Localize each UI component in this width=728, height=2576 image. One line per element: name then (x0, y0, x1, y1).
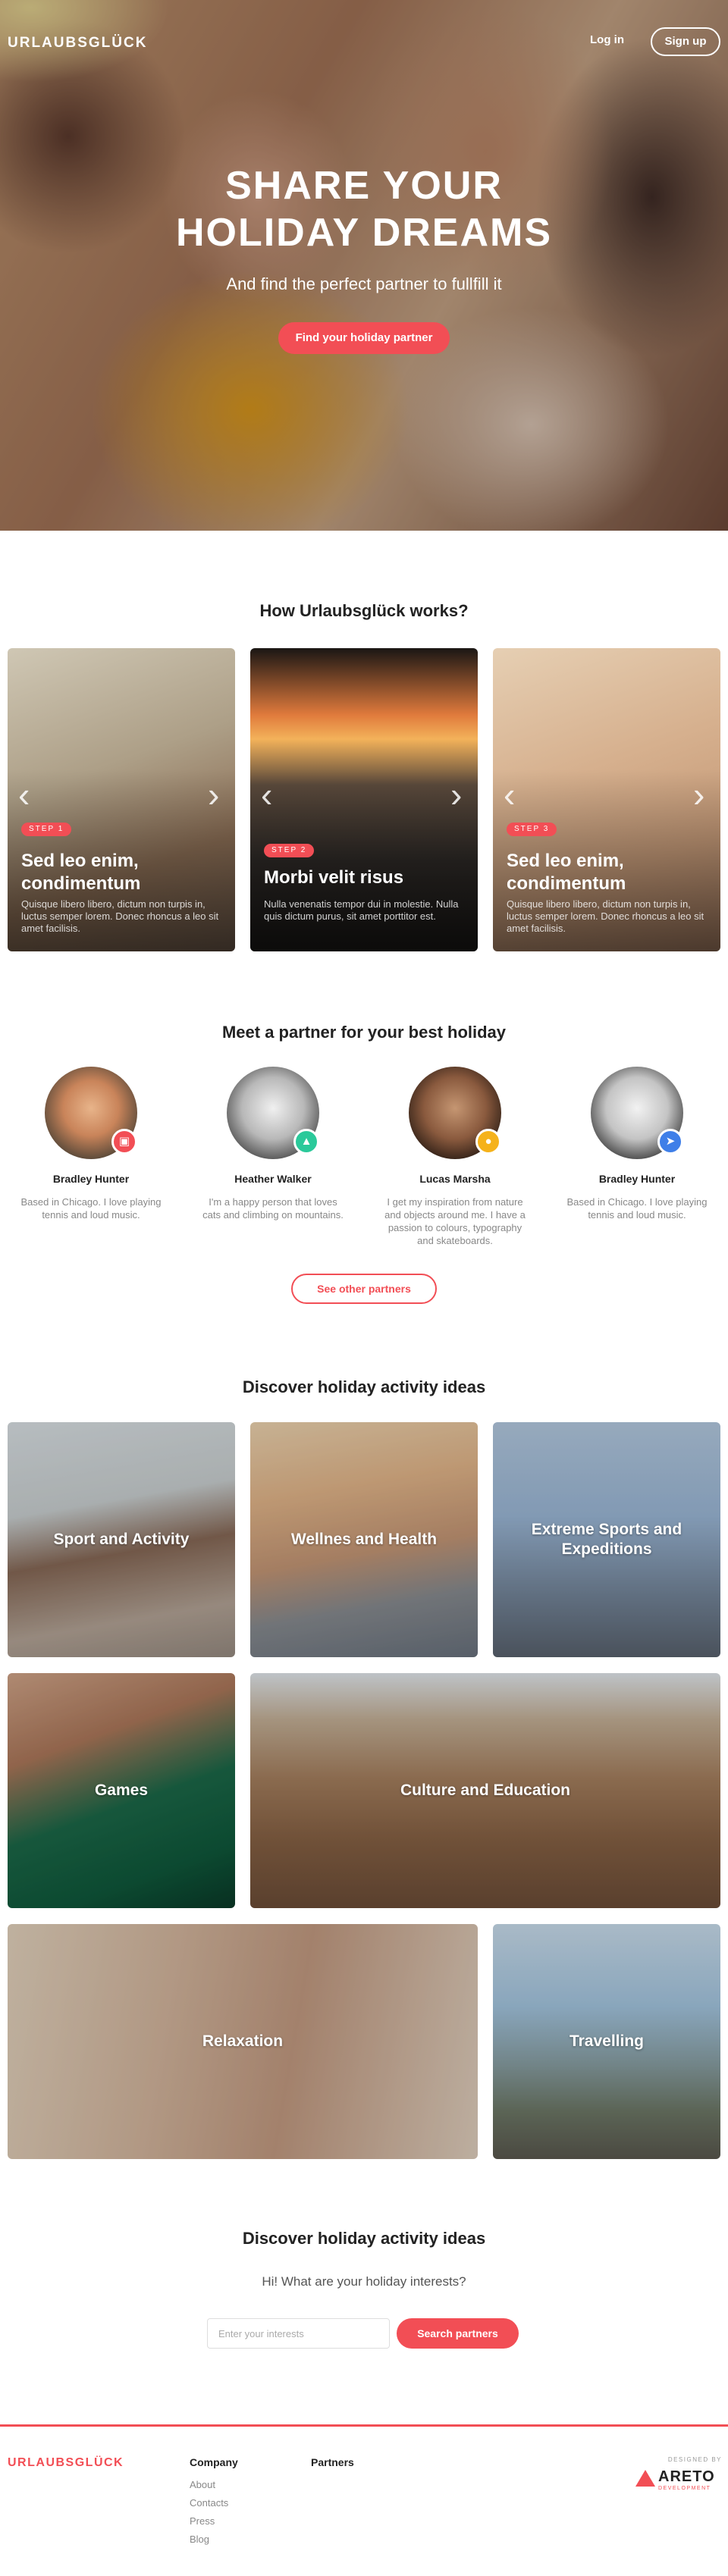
activity-tile-relaxation[interactable]: Relaxation (8, 1924, 478, 2159)
chevron-left-icon[interactable]: ‹ (504, 777, 515, 812)
activity-tile-label: Games (94, 1782, 149, 1799)
designer-name: ARETO (658, 2468, 715, 2485)
activity-tile-culture[interactable]: Culture and Education (250, 1673, 720, 1908)
footer-divider (0, 2424, 728, 2427)
hero-title-line-1: SHARE YOUR (225, 164, 503, 208)
step-badge: STEP 1 (21, 823, 72, 836)
activity-tile-wellness[interactable]: Wellnes and Health (250, 1422, 478, 1657)
designer-subtitle: DEVELOPMENT (658, 2486, 711, 2491)
partner-name: Lucas Marsha (419, 1173, 491, 1185)
footer-link-blog[interactable]: Blog (190, 2534, 238, 2545)
partner-card[interactable]: ➤ Bradley Hunter Based in Chicago. I lov… (554, 1067, 720, 1221)
partner-card[interactable]: ▣ Bradley Hunter Based in Chicago. I lov… (8, 1067, 174, 1221)
activity-tile-games[interactable]: Games (8, 1673, 235, 1908)
activity-tile-label: Extreme Sports and Expeditions (531, 1521, 682, 1558)
paper-plane-icon: ➤ (657, 1129, 683, 1155)
hero-subtitle: And find the perfect partner to fullfill… (226, 274, 502, 293)
how-card-text: Quisque libero libero, dictum non turpis… (21, 898, 219, 934)
how-card-step-1: ‹ › STEP 1 Sed leo enim, condimentum Qui… (8, 648, 235, 951)
how-card-text: Quisque libero libero, dictum non turpis… (507, 898, 704, 934)
footer-link-about[interactable]: About (190, 2479, 238, 2490)
hero-title-line-2: HOLIDAY DREAMS (175, 211, 553, 255)
designed-by-label: DESIGNED BY (667, 2456, 722, 2463)
step-badge: STEP 3 (507, 823, 557, 836)
how-card-title: Sed leo enim, condimentum (21, 851, 141, 894)
palette-icon: ● (475, 1129, 501, 1155)
how-card-step-3: ‹ › STEP 3 Sed leo enim, condimentum Qui… (493, 648, 720, 951)
find-partner-button[interactable]: Find your holiday partner (278, 322, 450, 354)
areto-logo-icon (635, 2470, 655, 2487)
hero-title: SHARE YOUR HOLIDAY DREAMS (0, 162, 728, 256)
footer-partners-title: Partners (311, 2456, 354, 2468)
how-card-text: Nulla venenatis tempor dui in molestie. … (264, 898, 459, 922)
signup-button[interactable]: Sign up (651, 27, 720, 56)
how-it-works-title: How Urlaubsglück works? (259, 601, 469, 620)
hero-section: URLAUBSGLÜCK Log in Sign up SHARE YOUR H… (0, 0, 728, 531)
activity-tile-extreme-sports[interactable]: Extreme Sports and Expeditions (493, 1422, 720, 1657)
chevron-right-icon[interactable]: › (208, 777, 219, 812)
footer-company-title: Company (190, 2456, 238, 2468)
search-title: Discover holiday activity ideas (242, 2229, 486, 2248)
activity-tile-travelling[interactable]: Travelling (493, 1924, 720, 2159)
partners-title: Meet a partner for your best holiday (221, 1023, 507, 1042)
partner-bio: Based in Chicago. I love playing tennis … (20, 1196, 162, 1221)
partner-card[interactable]: ▲ Heather Walker I'm a happy person that… (190, 1067, 356, 1221)
partner-bio: Based in Chicago. I love playing tennis … (566, 1196, 708, 1221)
login-link[interactable]: Log in (590, 33, 624, 46)
activity-tile-label: Sport and Activity (53, 1531, 190, 1548)
how-card-step-2: ‹ › STEP 2 Morbi velit risus Nulla venen… (250, 648, 478, 951)
activities-title: Discover holiday activity ideas (242, 1377, 486, 1396)
partner-bio: I'm a happy person that loves cats and c… (202, 1196, 344, 1221)
avatar: ➤ (591, 1067, 683, 1159)
see-other-partners-button[interactable]: See other partners (291, 1274, 437, 1304)
search-partners-button[interactable]: Search partners (397, 2318, 519, 2349)
activity-tile-label: Wellnes and Health (290, 1531, 438, 1548)
interests-input[interactable] (207, 2318, 390, 2349)
partner-name: Bradley Hunter (52, 1173, 130, 1185)
avatar: ▲ (227, 1067, 319, 1159)
how-card-title: Morbi velit risus (264, 867, 404, 888)
search-subtitle: Hi! What are your holiday interests? (262, 2274, 466, 2289)
mountain-icon: ▲ (293, 1129, 319, 1155)
partner-name: Bradley Hunter (598, 1173, 676, 1185)
avatar: ▣ (45, 1067, 137, 1159)
activity-tile-label: Relaxation (202, 2032, 284, 2050)
footer-company-column: Company About Contacts Press Blog (190, 2456, 238, 2552)
step-badge: STEP 2 (264, 844, 315, 857)
chevron-left-icon[interactable]: ‹ (261, 777, 272, 812)
activity-tile-label: Culture and Education (400, 1782, 570, 1799)
designer-logo[interactable]: ARETO DEVELOPMENT (635, 2467, 722, 2493)
activity-tile-label: Travelling (569, 2032, 645, 2050)
avatar: ● (409, 1067, 501, 1159)
chevron-left-icon[interactable]: ‹ (18, 777, 30, 812)
activity-tile-sport[interactable]: Sport and Activity (8, 1422, 235, 1657)
partner-bio: I get my inspiration from nature and obj… (384, 1196, 526, 1246)
footer-link-contacts[interactable]: Contacts (190, 2497, 238, 2509)
chevron-right-icon[interactable]: › (693, 777, 704, 812)
site-logo[interactable]: URLAUBSGLÜCK (8, 35, 147, 52)
footer-logo[interactable]: URLAUBSGLÜCK (8, 2456, 124, 2470)
footer-link-press[interactable]: Press (190, 2515, 238, 2527)
footer-partners-column: Partners (311, 2456, 354, 2479)
partner-name: Heather Walker (234, 1173, 312, 1185)
how-card-title: Sed leo enim, condimentum (507, 851, 626, 894)
chevron-right-icon[interactable]: › (450, 777, 462, 812)
partner-card[interactable]: ● Lucas Marsha I get my inspiration from… (372, 1067, 538, 1247)
camera-icon: ▣ (111, 1129, 137, 1155)
